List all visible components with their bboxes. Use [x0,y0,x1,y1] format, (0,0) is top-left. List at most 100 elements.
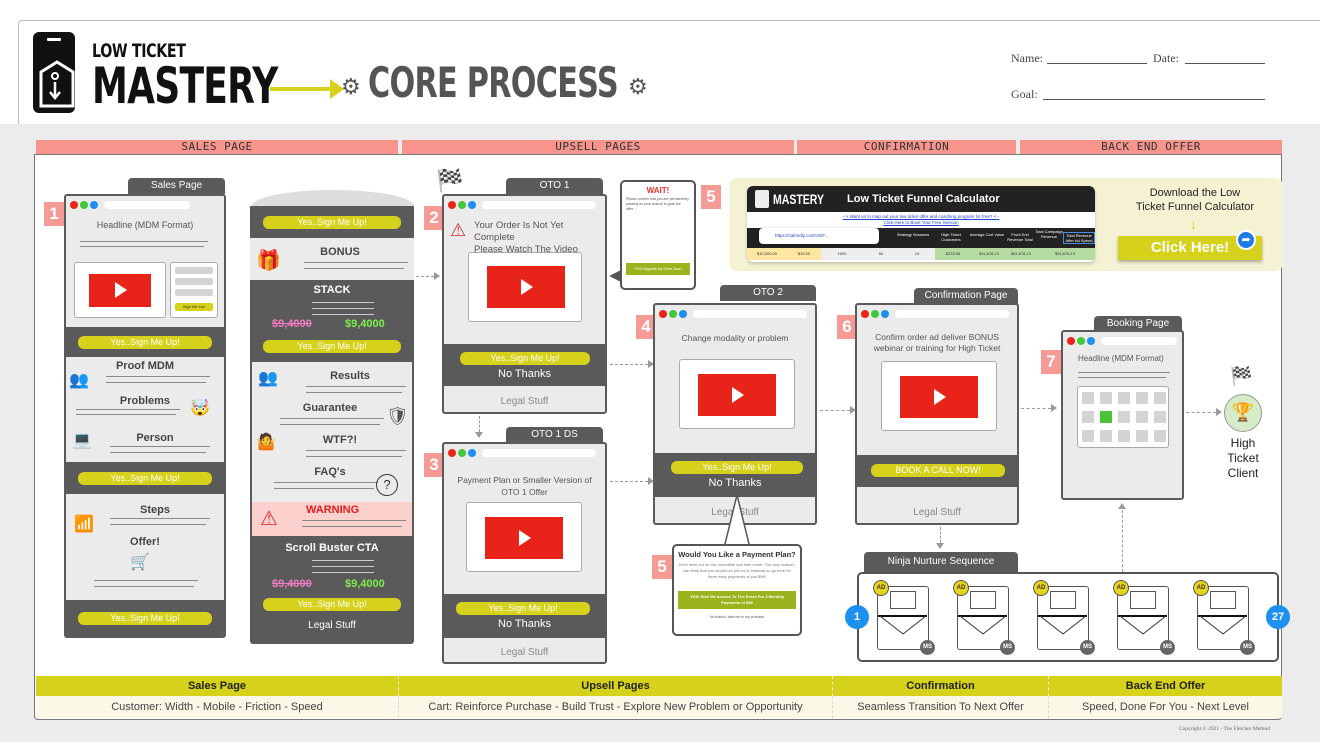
no-thanks-link[interactable]: No Thanks [444,368,605,380]
url-bar [104,201,190,209]
signup-button[interactable]: Yes..Sign Me Up! [456,602,590,615]
signup-button[interactable]: Yes..Sign Me Up! [78,336,212,349]
goal-field[interactable] [1043,99,1265,100]
ad-badge: AD [953,580,969,596]
decline-link[interactable]: No thanks, take me to my products [678,615,796,619]
warning-icon: ⚠ [450,220,467,240]
signup-button[interactable]: Yes..Sign Me Up! [263,598,401,611]
ms-badge: MS [1160,640,1175,655]
play-icon [519,530,531,546]
page-title: CORE PROCESS [368,58,619,107]
video-player[interactable] [679,359,795,429]
side-cta-button[interactable]: Sign Me Up! [175,303,213,311]
legal-link[interactable]: Legal Stuff [250,620,414,631]
oto1ds-headline: Payment Plan or Smaller Version of OTO 1 … [457,475,592,497]
payment-plan-button[interactable]: YES! Give Me Access To The Event For 3 M… [678,591,796,609]
step-number-6: 6 [837,315,857,339]
no-thanks-link[interactable]: No Thanks [444,618,605,630]
oto2-tab: OTO 2 [720,285,816,301]
gear-icon: ⚙ [341,74,361,99]
oto2-headline: Change modality or problem [681,333,789,343]
goal-label: Goal: [1011,87,1038,101]
legal-link[interactable]: Legal Stuff [857,507,1017,518]
scroll-buster-label: Scroll Buster CTA [285,542,379,554]
signup-button[interactable]: Yes..Sign Me Up! [78,612,212,625]
section-proof: Proof MDM [115,360,175,372]
arrow-down-icon: ↓ [1190,216,1197,232]
url-bar [482,201,596,209]
video-player[interactable] [466,502,582,572]
play-icon [521,279,533,295]
window-controls [70,201,190,209]
arrow-right-icon [1051,404,1057,412]
footer-head-sales: Sales Page [36,676,398,696]
signup-button[interactable]: Yes..Sign Me Up! [460,352,590,365]
confirmation-window: Confirm order ad deliver BONUS webinar or… [855,303,1019,525]
play-icon [934,389,946,405]
date-label: Date: [1153,51,1179,65]
ad-badge: AD [1113,580,1129,596]
payment-popup-body: Don't miss out on this incredible one ti… [678,562,796,579]
video-player[interactable] [74,262,166,318]
ad-creative-icon [1130,591,1156,609]
ad-creative-icon [1050,591,1076,609]
flow-connector [610,364,648,365]
signup-button[interactable]: Yes..Sign Me Up! [671,461,803,474]
cart-icon: 🛒 [130,554,150,571]
step-number-2: 2 [424,206,444,230]
phase-back-end-offer: BACK END OFFER [1020,140,1282,154]
legal-link[interactable]: Legal Stuff [444,396,605,407]
arrow-up-icon [1118,503,1126,509]
name-field[interactable] [1047,63,1147,64]
signup-button[interactable]: Yes..Sign Me Up! [78,472,212,485]
team-chat-icon: 👥 [258,370,278,387]
ms-badge: MS [1240,640,1255,655]
high-ticket-client-label: High Ticket Client [1227,436,1259,480]
url-bar [482,449,596,457]
book-call-button[interactable]: BOOK A CALL NOW! [871,464,1005,477]
calculator-preview: MASTERY Low Ticket Funnel Calculator -->… [747,186,1095,262]
url-bar [693,310,807,318]
video-player[interactable] [881,361,997,431]
legal-link[interactable]: Legal Stuff [444,647,605,658]
section-offer: Offer! [130,536,160,548]
signup-button[interactable]: Yes..Sign Me Up! [263,216,401,229]
booking-calendar[interactable] [1077,386,1169,448]
oto1-tab: OTO 1 [506,178,603,194]
wtf-label: WTF?! [322,434,358,446]
ad-creative-icon [890,591,916,609]
oto1ds-tab: OTO 1 DS [506,427,603,443]
url-bar [895,310,1009,318]
video-player[interactable] [468,252,582,322]
email-envelope [1117,586,1169,650]
section-person: Person [136,432,174,444]
booking-window: Headline (MDM Format) [1061,330,1184,500]
flow-connector [1122,510,1123,572]
oto1-window: ⚠ Your Order Is Not Yet Complete Please W… [442,194,607,414]
ms-badge: MS [1080,640,1095,655]
name-label: Name: [1011,51,1043,65]
no-thanks-link[interactable]: No Thanks [655,477,815,489]
calculator-link-1[interactable]: --> Want us to map out your low ticket o… [747,214,1095,219]
shield-check-icon: 🛡 [386,406,409,426]
signup-button[interactable]: Yes..Sign Me Up! [263,340,401,353]
upgrade-button[interactable]: YES! Upgrade My Order Now! [626,263,690,275]
url-tooltip[interactable]: https://calendly.com/c/DF... [759,228,879,244]
flow-connector [1021,408,1051,409]
calculator-link-2[interactable]: Click Here to Book Your Free Session [747,220,1095,225]
stack-label: STACK [313,284,351,296]
nurture-tab: Ninja Nurture Sequence [864,552,1018,572]
footer-note-confirmation: Seamless Transition To Next Offer [832,696,1048,718]
ms-badge: MS [920,640,935,655]
ad-creative-icon [970,591,996,609]
share-arrow-icon[interactable]: ➦ [1236,230,1256,250]
price-new: $9,4000 [345,578,385,590]
date-field[interactable] [1185,63,1265,64]
optin-box: Sign Me Up! [170,262,218,318]
payment-popup-title: Would You Like a Payment Plan? [678,550,796,559]
email-envelope [1037,586,1089,650]
step-number-3: 3 [424,453,444,477]
confirmation-tab: Confirmation Page [914,288,1018,304]
download-text: Download the Low Ticket Funnel Calculator [1135,187,1255,213]
guarantee-label: Guarantee [302,402,358,414]
